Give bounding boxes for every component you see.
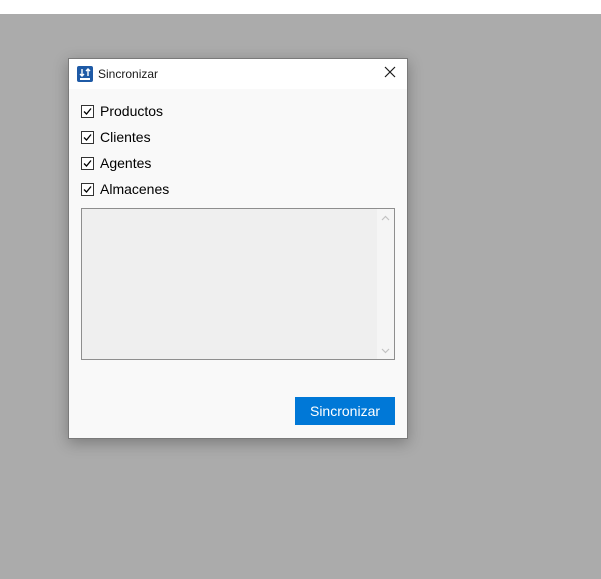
top-strip — [0, 0, 601, 14]
scroll-up-icon[interactable] — [377, 209, 394, 226]
checkmark-icon — [83, 185, 92, 193]
scroll-down-icon[interactable] — [377, 342, 394, 359]
option-clientes[interactable]: Clientes — [81, 128, 151, 146]
log-scrollbar[interactable] — [377, 209, 394, 359]
checkmark-icon — [83, 107, 92, 115]
productos-checkbox[interactable] — [81, 104, 94, 118]
productos-label: Productos — [100, 103, 164, 119]
checkmark-icon — [83, 159, 92, 167]
clientes-label: Clientes — [100, 129, 151, 145]
close-icon — [384, 65, 396, 83]
sync-button[interactable]: Sincronizar — [295, 397, 395, 425]
checkmark-icon — [83, 133, 92, 141]
agentes-label: Agentes — [100, 155, 152, 171]
agentes-checkbox[interactable] — [81, 156, 94, 170]
window-title: Sincronizar — [98, 67, 159, 81]
option-agentes[interactable]: Agentes — [81, 154, 151, 172]
option-productos[interactable]: Productos — [81, 102, 163, 120]
title-bar[interactable]: Sincronizar — [69, 59, 407, 89]
almacenes-label: Almacenes — [100, 181, 170, 197]
clientes-checkbox[interactable] — [81, 130, 94, 144]
log-textarea[interactable] — [81, 208, 395, 360]
sync-dialog: Sincronizar Productos Clientes Agentes A… — [68, 58, 408, 439]
sync-app-icon — [77, 66, 93, 82]
close-button[interactable] — [373, 59, 407, 89]
option-almacenes[interactable]: Almacenes — [81, 180, 169, 198]
almacenes-checkbox[interactable] — [81, 182, 94, 196]
